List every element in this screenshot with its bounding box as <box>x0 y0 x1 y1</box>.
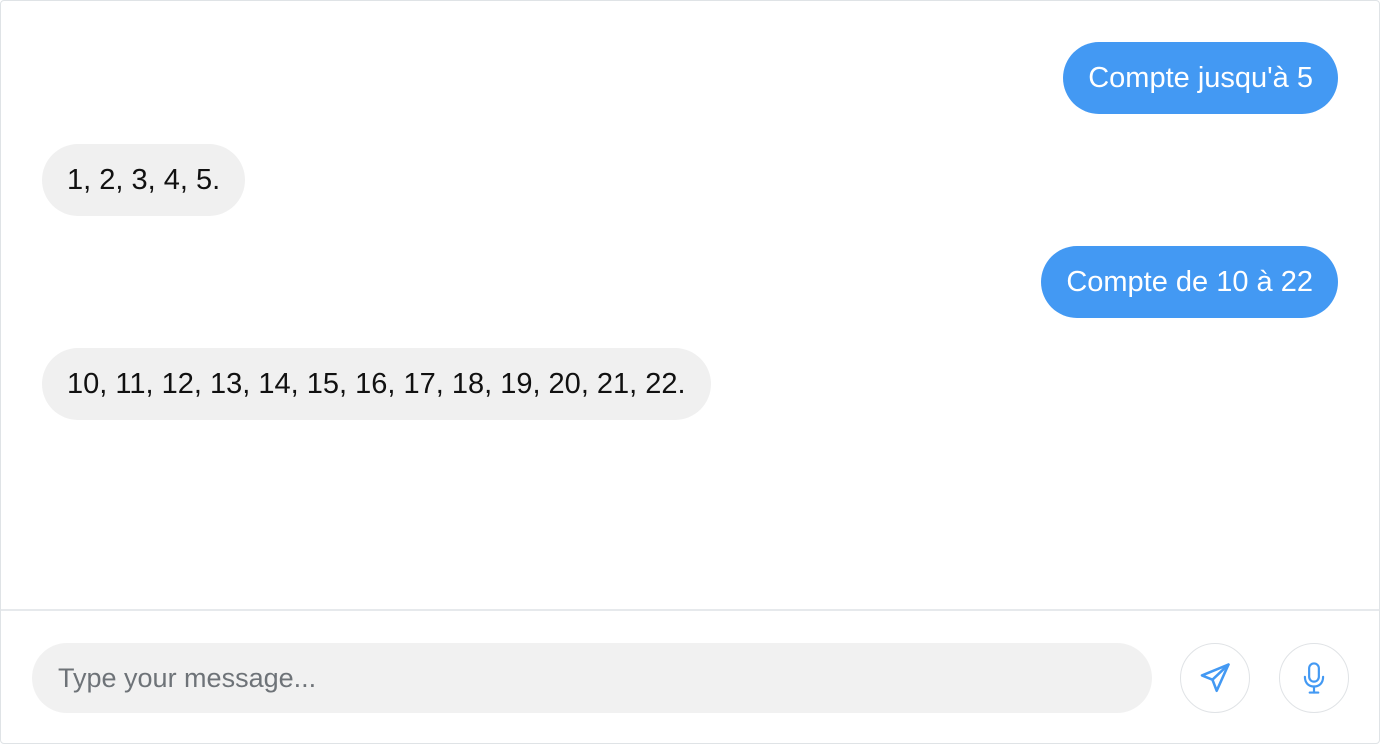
message-composer <box>1 609 1379 743</box>
bot-message: 1, 2, 3, 4, 5. <box>42 144 246 216</box>
message-input-container <box>32 643 1152 713</box>
paper-plane-icon <box>1198 661 1232 695</box>
microphone-icon <box>1299 661 1329 695</box>
bot-message: 10, 11, 12, 13, 14, 15, 16, 17, 18, 19, … <box>42 348 711 420</box>
chat-window: Compte jusqu'à 5 1, 2, 3, 4, 5. Compte d… <box>0 0 1380 744</box>
user-message: Compte jusqu'à 5 <box>1063 42 1338 114</box>
user-message: Compte de 10 à 22 <box>1041 246 1338 318</box>
message-list: Compte jusqu'à 5 1, 2, 3, 4, 5. Compte d… <box>1 1 1379 609</box>
microphone-button[interactable] <box>1279 643 1349 713</box>
message-input[interactable] <box>32 643 1152 713</box>
send-button[interactable] <box>1180 643 1250 713</box>
